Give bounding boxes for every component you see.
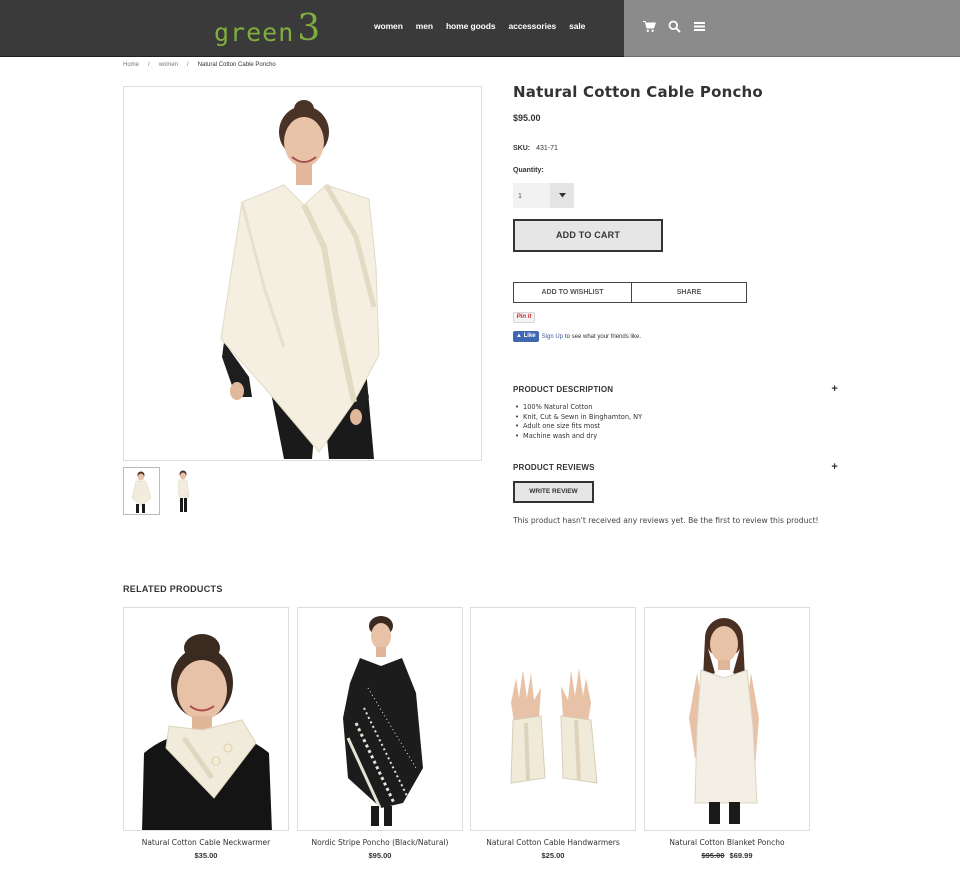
product-description-toggle[interactable]: PRODUCT DESCRIPTION + — [513, 383, 838, 395]
old-price-value: $95.00 — [701, 851, 725, 860]
related-product-image[interactable] — [470, 607, 636, 831]
list-item: Knit, Cut & Sewn in Binghamton, NY — [513, 413, 642, 423]
product-price: $95.00 — [513, 113, 541, 123]
related-product-image[interactable] — [123, 607, 289, 831]
add-to-wishlist-button[interactable]: ADD TO WISHLIST — [513, 282, 632, 303]
list-item: 100% Natural Cotton — [513, 403, 642, 413]
product-reviews-heading: PRODUCT REVIEWS — [513, 463, 595, 472]
quantity-value: 1 — [518, 193, 522, 200]
search-icon[interactable] — [668, 20, 681, 33]
related-product-name[interactable]: Natural Cotton Blanket Poncho — [644, 838, 810, 847]
product-description-list: 100% Natural Cotton Knit, Cut & Sewn in … — [513, 403, 642, 441]
related-products-heading: RELATED PRODUCTS — [123, 584, 223, 594]
facebook-like-label: Like — [523, 333, 536, 339]
list-item: Machine wash and dry — [513, 432, 642, 442]
related-product-image[interactable] — [297, 607, 463, 831]
breadcrumb: Home / women / Natural Cotton Cable Ponc… — [123, 62, 276, 68]
site-header: green 3 women men home goods accessories… — [0, 0, 960, 57]
facebook-like-text: to see what your friends like. — [565, 333, 642, 340]
related-product-name[interactable]: Natural Cotton Cable Handwarmers — [470, 838, 636, 847]
product-main-image[interactable] — [123, 86, 482, 461]
facebook-signup-link[interactable]: Sign Up — [542, 334, 563, 340]
price-value: $25.00 — [541, 851, 565, 860]
related-product-name[interactable]: Natural Cotton Cable Neckwarmer — [123, 838, 289, 847]
product-thumbnail[interactable] — [164, 467, 201, 515]
price-value: $35.00 — [194, 851, 218, 860]
related-product-image[interactable] — [644, 607, 810, 831]
product-reviews-toggle[interactable]: PRODUCT REVIEWS + — [513, 461, 838, 473]
breadcrumb-separator: / — [148, 62, 150, 68]
quantity-label: Quantity: — [513, 167, 544, 174]
add-to-cart-button[interactable]: ADD TO CART — [513, 219, 663, 252]
pinterest-pin-button[interactable]: Pin it — [513, 312, 535, 323]
share-button[interactable]: SHARE — [631, 282, 747, 303]
related-product-price: $25.00 — [470, 851, 636, 860]
related-product-name[interactable]: Nordic Stripe Poncho (Black/Natural) — [297, 838, 463, 847]
plus-icon[interactable]: + — [831, 383, 838, 395]
plus-icon[interactable]: + — [831, 461, 838, 473]
sku-value: 431-71 — [536, 145, 558, 152]
nav-item-sale[interactable]: sale — [569, 21, 585, 31]
product-thumbnail[interactable] — [123, 467, 160, 515]
related-product-price: $95.00 $69.99 — [644, 851, 810, 860]
nav-item-home-goods[interactable]: home goods — [446, 21, 496, 31]
caret-down-icon[interactable] — [550, 183, 574, 208]
breadcrumb-women[interactable]: women — [159, 62, 178, 68]
thumbs-up-icon: ▲ — [516, 333, 522, 339]
write-review-button[interactable]: WRITE REVIEW — [513, 481, 594, 503]
product-sku: SKU: 431-71 — [513, 145, 558, 152]
cart-icon[interactable] — [643, 20, 657, 33]
nav-item-women[interactable]: women — [374, 21, 403, 31]
price-value: $95.00 — [368, 851, 392, 860]
no-reviews-message: This product hasn't received any reviews… — [513, 516, 819, 525]
breadcrumb-home[interactable]: Home — [123, 62, 139, 68]
related-product-price: $35.00 — [123, 851, 289, 860]
breadcrumb-current: Natural Cotton Cable Poncho — [197, 62, 276, 68]
product-description-heading: PRODUCT DESCRIPTION — [513, 385, 614, 394]
related-product-price: $95.00 — [297, 851, 463, 860]
facebook-like-widget: ▲ Like Sign Up to see what your friends … — [513, 331, 641, 342]
sku-label: SKU: — [513, 145, 531, 152]
main-nav: women men home goods accessories sale — [374, 21, 598, 31]
logo-number: 3 — [297, 8, 321, 49]
header-icons — [643, 20, 706, 33]
list-item: Adult one size fits most — [513, 422, 642, 432]
breadcrumb-separator: / — [187, 62, 189, 68]
quantity-select[interactable]: 1 — [513, 183, 574, 208]
logo-word: green — [214, 18, 295, 47]
site-logo[interactable]: green 3 — [214, 8, 320, 48]
product-title: Natural Cotton Cable Poncho — [513, 83, 763, 101]
nav-item-accessories[interactable]: accessories — [509, 21, 557, 31]
facebook-like-button[interactable]: ▲ Like — [513, 331, 539, 342]
nav-item-men[interactable]: men — [416, 21, 433, 31]
menu-icon[interactable] — [693, 20, 706, 33]
price-value: $69.99 — [729, 851, 753, 860]
